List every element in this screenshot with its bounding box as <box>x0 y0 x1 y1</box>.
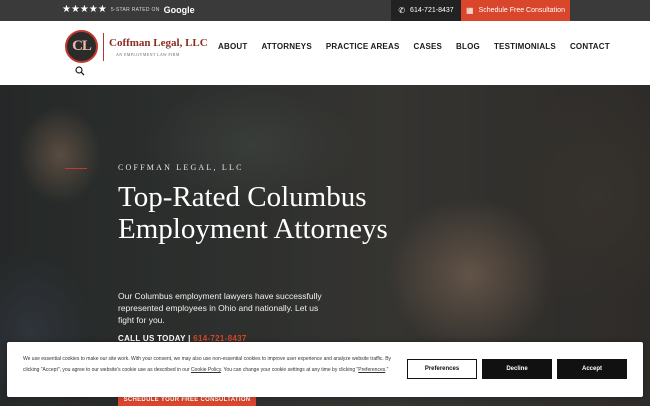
site-header: CL Coffman Legal, LLC AN EMPLOYMENT LAW … <box>0 21 650 85</box>
preferences-button[interactable]: Preferences <box>407 359 477 379</box>
logo-initials: CL <box>72 38 92 54</box>
google-rating: ★★★★★ 5-STAR RATED ON Google <box>62 4 195 16</box>
nav-contact[interactable]: CONTACT <box>570 42 610 51</box>
logo-name[interactable]: Coffman Legal, LLC <box>109 37 208 49</box>
cookie-text-middle: . You can change your cookie settings at… <box>220 367 359 373</box>
top-phone-link[interactable]: ✆ 614-721-8437 <box>391 0 461 21</box>
top-bar: ★★★★★ 5-STAR RATED ON Google ✆ 614-721-8… <box>0 0 650 21</box>
eyebrow-accent-line <box>65 168 87 169</box>
google-logo: Google <box>163 5 195 15</box>
calendar-icon: ▦ <box>466 6 474 15</box>
hero-headline: Top-Rated Columbus Employment Attorneys <box>118 181 388 245</box>
rated-text: 5-STAR RATED ON <box>110 7 160 13</box>
accept-button[interactable]: Accept <box>557 359 627 379</box>
hero-eyebrow: COFFMAN LEGAL, LLC <box>118 163 244 172</box>
cookie-text: We use essential cookies to make our sit… <box>23 354 403 376</box>
decline-button[interactable]: Decline <box>482 359 552 379</box>
nav-practice-areas[interactable]: PRACTICE AREAS <box>326 42 400 51</box>
rating-stars: ★★★★★ <box>62 4 107 15</box>
nav-cases[interactable]: CASES <box>413 42 442 51</box>
logo-tagline: AN EMPLOYMENT LAW FIRM <box>116 52 180 57</box>
nav-blog[interactable]: BLOG <box>456 42 480 51</box>
logo-divider <box>103 33 104 61</box>
main-nav: ABOUT ATTORNEYS PRACTICE AREAS CASES BLO… <box>218 42 610 51</box>
schedule-consultation-label: Schedule Free Consultation <box>478 7 565 14</box>
cookie-banner: We use essential cookies to make our sit… <box>7 342 643 397</box>
phone-icon: ✆ <box>398 6 406 15</box>
top-phone-number: 614-721-8437 <box>410 7 454 14</box>
nav-testimonials[interactable]: TESTIMONIALS <box>494 42 556 51</box>
hero-subtext: Our Columbus employment lawyers have suc… <box>118 291 322 325</box>
nav-attorneys[interactable]: ATTORNEYS <box>261 42 311 51</box>
cookie-policy-link[interactable]: Cookie Policy <box>191 367 221 373</box>
cookie-preferences-link[interactable]: Preferences <box>358 367 385 373</box>
logo-mark[interactable]: CL <box>65 30 98 63</box>
cookie-text-end: ." <box>385 367 389 373</box>
nav-about[interactable]: ABOUT <box>218 42 247 51</box>
schedule-consultation-button[interactable]: ▦ Schedule Free Consultation <box>461 0 570 21</box>
search-icon[interactable] <box>75 66 85 76</box>
